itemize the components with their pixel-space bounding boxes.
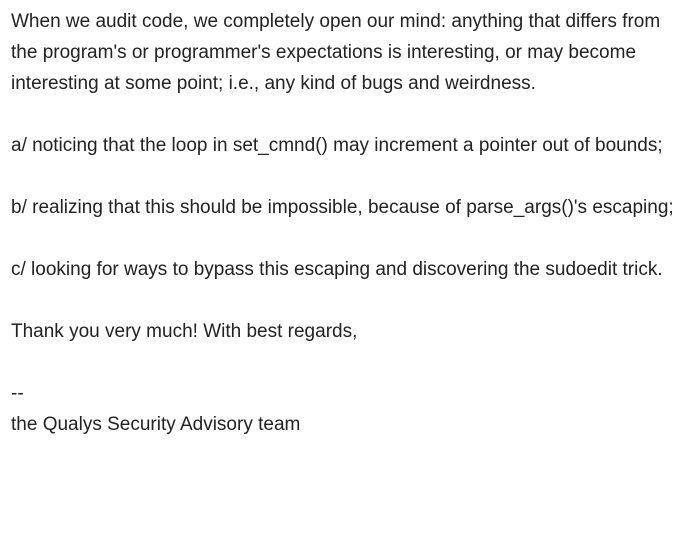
point-c-paragraph: c/ looking for ways to bypass this escap…: [11, 259, 663, 280]
email-body: When we audit code, we completely open o…: [11, 6, 679, 440]
signature-separator: --: [11, 383, 24, 404]
point-a-paragraph: a/ noticing that the loop in set_cmnd() …: [11, 135, 663, 156]
intro-paragraph: When we audit code, we completely open o…: [11, 11, 661, 94]
signature: the Qualys Security Advisory team: [11, 414, 301, 435]
closing-line: Thank you very much! With best regards,: [11, 321, 358, 342]
point-b-paragraph: b/ realizing that this should be impossi…: [11, 197, 674, 218]
